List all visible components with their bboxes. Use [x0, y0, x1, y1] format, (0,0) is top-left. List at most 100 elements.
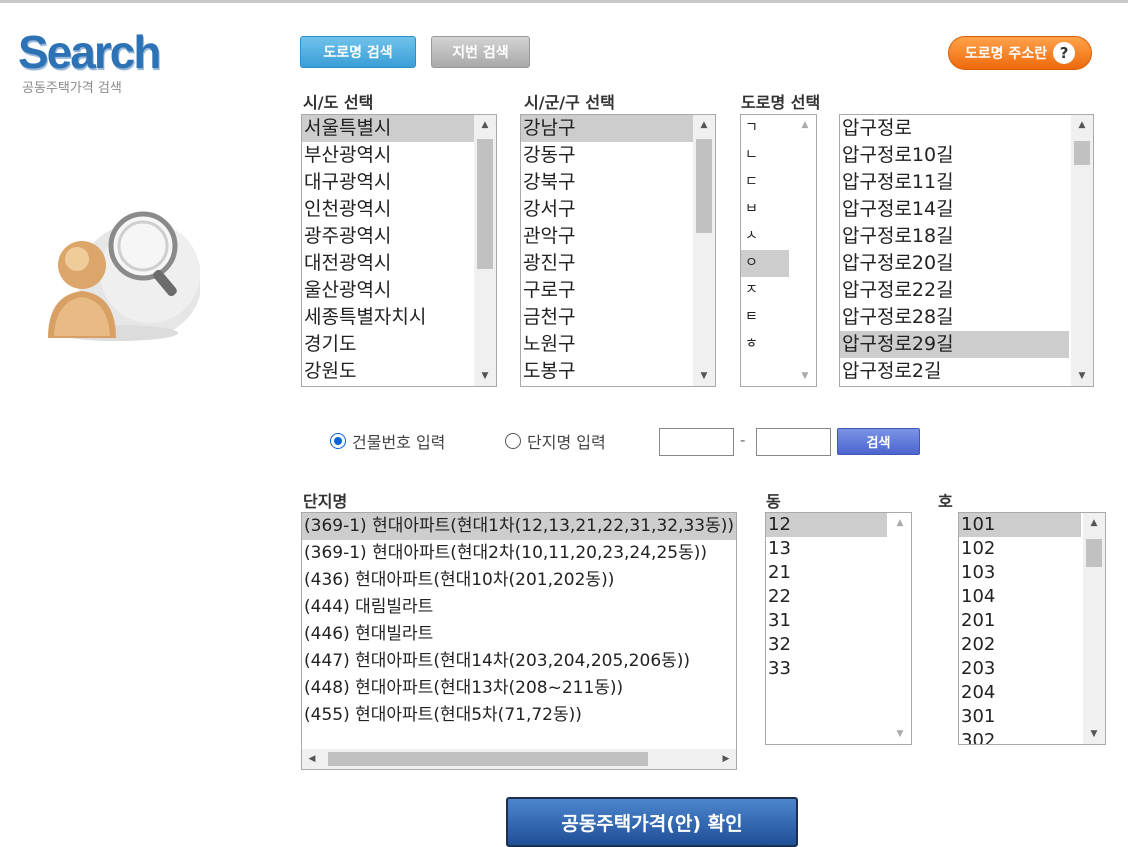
ho-scrollbar[interactable]: ▲ ▼: [1083, 513, 1105, 744]
road-scrollbar[interactable]: ▲ ▼: [1071, 115, 1093, 386]
road-option[interactable]: 압구정로14길: [840, 196, 1069, 223]
scroll-down-icon[interactable]: ▼: [693, 366, 715, 386]
complex-listbox[interactable]: (369-1) 현대아파트(현대1차(12,13,21,22,31,32,33동…: [301, 512, 737, 770]
dong-option[interactable]: 12: [766, 513, 887, 537]
road-option[interactable]: 압구정로2길: [840, 358, 1069, 385]
sigungu-option[interactable]: 광진구: [521, 250, 693, 277]
scroll-down-icon[interactable]: ▼: [794, 366, 816, 386]
dong-listbox[interactable]: 12 13 21 22 31 32 33 ▲ ▼: [765, 512, 912, 745]
sido-option[interactable]: 서울특별시: [302, 115, 474, 142]
ho-option[interactable]: 204: [959, 681, 1081, 705]
sido-option[interactable]: 울산광역시: [302, 277, 474, 304]
search-button[interactable]: 검색: [837, 428, 920, 455]
sido-scrollbar[interactable]: ▲ ▼: [474, 115, 496, 386]
initial-consonant-option[interactable]: ㅌ: [741, 304, 789, 331]
complex-option[interactable]: (447) 현대아파트(현대14차(203,204,205,206동)): [302, 648, 736, 675]
ho-option[interactable]: 202: [959, 633, 1081, 657]
sub-number-input[interactable]: [756, 428, 831, 456]
initial-consonant-option[interactable]: ㅂ: [741, 196, 789, 223]
building-number-radio[interactable]: 건물번호 입력: [330, 429, 445, 453]
lot-search-tab[interactable]: 지번 검색: [431, 36, 530, 68]
ho-listbox[interactable]: 101 102 103 104 201 202 203 204 301 302 ▲ ▼: [958, 512, 1106, 745]
radio-checked[interactable]: [330, 433, 346, 449]
sido-listbox[interactable]: 서울특별시 부산광역시 대구광역시 인천광역시 광주광역시 대전광역시 울산광역시 세종특별자…: [301, 114, 497, 387]
complex-option[interactable]: (436) 현대아파트(현대10차(201,202동)): [302, 567, 736, 594]
scroll-up-icon[interactable]: ▲: [1071, 115, 1093, 135]
scroll-thumb[interactable]: [1074, 141, 1090, 165]
road-search-tab[interactable]: 도로명 검색: [300, 36, 416, 68]
price-confirm-button[interactable]: 공동주택가격(안) 확인: [506, 797, 798, 847]
dong-option[interactable]: 13: [766, 537, 887, 561]
scroll-up-icon[interactable]: ▲: [1083, 513, 1105, 533]
dong-option[interactable]: 31: [766, 609, 887, 633]
sigungu-option[interactable]: 구로구: [521, 277, 693, 304]
initial-consonant-option[interactable]: ㅎ: [741, 331, 789, 358]
sigungu-option[interactable]: 관악구: [521, 223, 693, 250]
complex-option[interactable]: (369-1) 현대아파트(현대2차(10,11,20,23,24,25동)): [302, 540, 736, 567]
complex-option[interactable]: (444) 대림빌라트: [302, 594, 736, 621]
scroll-up-icon[interactable]: ▲: [794, 115, 816, 135]
sido-option[interactable]: 대전광역시: [302, 250, 474, 277]
dong-option[interactable]: 22: [766, 585, 887, 609]
sido-option[interactable]: 부산광역시: [302, 142, 474, 169]
sigungu-option[interactable]: 노원구: [521, 331, 693, 358]
dong-option[interactable]: 21: [766, 561, 887, 585]
complex-name-radio[interactable]: 단지명 입력: [505, 429, 606, 453]
sido-option[interactable]: 경기도: [302, 331, 474, 358]
scroll-thumb[interactable]: [328, 752, 648, 766]
initial-consonant-option[interactable]: ㅇ: [741, 250, 789, 277]
scroll-thumb[interactable]: [477, 139, 493, 269]
dong-option[interactable]: 33: [766, 657, 887, 681]
road-option[interactable]: 압구정로28길: [840, 304, 1069, 331]
scroll-up-icon[interactable]: ▲: [889, 513, 911, 533]
scroll-up-icon[interactable]: ▲: [693, 115, 715, 135]
sigungu-scrollbar[interactable]: ▲ ▼: [693, 115, 715, 386]
scroll-right-icon[interactable]: ▶: [716, 749, 736, 769]
complex-option[interactable]: (448) 현대아파트(현대13차(208~211동)): [302, 675, 736, 702]
dong-option[interactable]: 32: [766, 633, 887, 657]
complex-option[interactable]: (455) 현대아파트(현대5차(71,72동)): [302, 702, 736, 729]
ho-option[interactable]: 203: [959, 657, 1081, 681]
initial-consonant-option[interactable]: ㄷ: [741, 169, 789, 196]
sigungu-option[interactable]: 강남구: [521, 115, 693, 142]
initial-consonant-option[interactable]: ㅅ: [741, 223, 789, 250]
initial-scrollbar[interactable]: ▲ ▼: [794, 115, 816, 386]
scroll-thumb[interactable]: [696, 139, 712, 233]
ho-option[interactable]: 301: [959, 705, 1081, 729]
road-address-info-button[interactable]: 도로명 주소란 ?: [948, 36, 1092, 70]
sigungu-option[interactable]: 강서구: [521, 196, 693, 223]
scroll-up-icon[interactable]: ▲: [474, 115, 496, 135]
road-option[interactable]: 압구정로22길: [840, 277, 1069, 304]
complex-horizontal-scrollbar[interactable]: ◀ ▶: [302, 749, 736, 769]
road-option[interactable]: 압구정로: [840, 115, 1069, 142]
ho-option[interactable]: 302: [959, 729, 1081, 744]
sigungu-option[interactable]: 강북구: [521, 169, 693, 196]
road-listbox[interactable]: 압구정로 압구정로10길 압구정로11길 압구정로14길 압구정로18길 압구정로20길 압…: [839, 114, 1094, 387]
ho-option[interactable]: 201: [959, 609, 1081, 633]
initial-consonant-option[interactable]: ㄴ: [741, 142, 789, 169]
scroll-down-icon[interactable]: ▼: [1071, 366, 1093, 386]
sido-option[interactable]: 광주광역시: [302, 223, 474, 250]
sigungu-option[interactable]: 금천구: [521, 304, 693, 331]
sido-option[interactable]: 강원도: [302, 358, 474, 385]
sido-option[interactable]: 세종특별자치시: [302, 304, 474, 331]
road-option[interactable]: 압구정로18길: [840, 223, 1069, 250]
scroll-down-icon[interactable]: ▼: [889, 724, 911, 744]
road-option[interactable]: 압구정로20길: [840, 250, 1069, 277]
complex-option[interactable]: (369-1) 현대아파트(현대1차(12,13,21,22,31,32,33동…: [302, 513, 736, 540]
dong-scrollbar[interactable]: ▲ ▼: [889, 513, 911, 744]
radio-unchecked[interactable]: [505, 433, 521, 449]
road-option[interactable]: 압구정로10길: [840, 142, 1069, 169]
scroll-left-icon[interactable]: ◀: [302, 749, 322, 769]
complex-option[interactable]: (446) 현대빌라트: [302, 621, 736, 648]
sigungu-option[interactable]: 강동구: [521, 142, 693, 169]
initial-consonant-listbox[interactable]: ㄱㄴㄷㅂㅅㅇㅈㅌㅎ ▲ ▼: [740, 114, 817, 387]
sigungu-listbox[interactable]: 강남구 강동구 강북구 강서구 관악구 광진구 구로구 금천구 노원구 도봉구 ▲ ▼: [520, 114, 716, 387]
initial-consonant-option[interactable]: ㄱ: [741, 115, 789, 142]
main-number-input[interactable]: [659, 428, 734, 456]
scroll-thumb[interactable]: [1086, 539, 1102, 567]
ho-option[interactable]: 101: [959, 513, 1081, 537]
sido-option[interactable]: 인천광역시: [302, 196, 474, 223]
sigungu-option[interactable]: 도봉구: [521, 358, 693, 385]
road-option[interactable]: 압구정로29길: [840, 331, 1069, 358]
